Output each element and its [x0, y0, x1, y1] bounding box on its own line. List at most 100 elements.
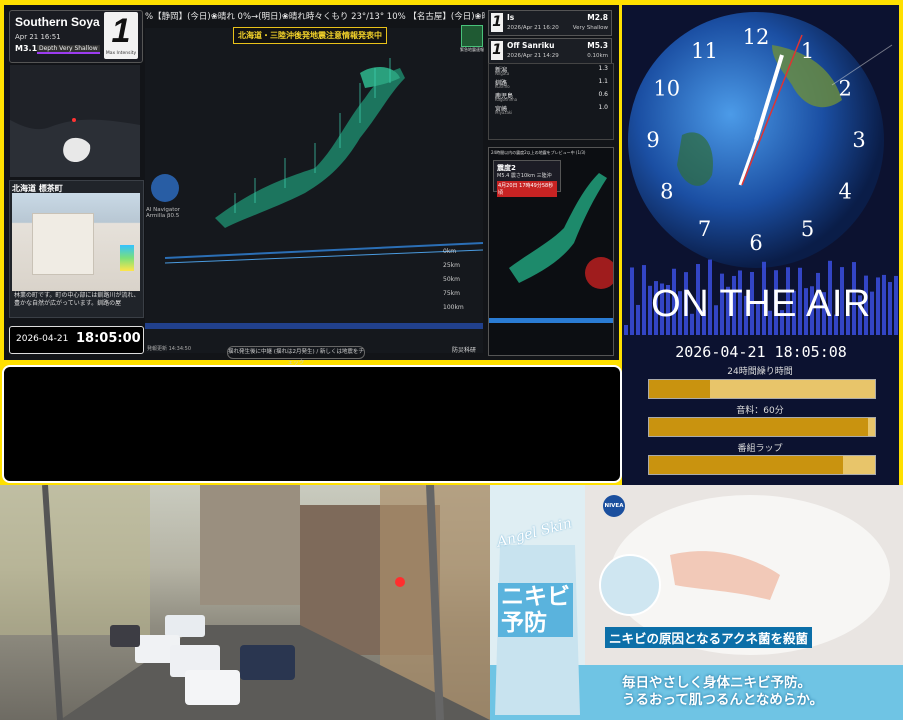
progress-label: 24時間繰り時間 — [727, 367, 793, 377]
magnitude-value: M3.1 — [15, 44, 38, 53]
station-value: 1.0 — [598, 104, 608, 111]
station-romaji: Kushiro — [495, 84, 510, 89]
scale-tick: 50km — [443, 276, 460, 283]
clock-numeral: 1 — [801, 39, 814, 63]
on-air-panel: 12 1 2 3 4 5 6 7 8 9 10 11 ON THE AIR 2026-04-21 18… — [622, 5, 899, 485]
recent-quake-preview[interactable]: 24時間以内の震度2以上の地震をプレビュー中 (1/3) 震度2 M5.4 震さ… — [488, 147, 614, 356]
preview-header: 24時間以内の震度2以上の地震をプレビュー中 (1/3) — [491, 150, 586, 155]
ad-headline: ニキビの原因となるアクネ菌を殺菌 — [605, 627, 813, 648]
progress-fill — [649, 380, 711, 398]
eq-name: Off Sanriku — [507, 41, 555, 50]
station-row: 釧路 Kushiro 1.1 — [489, 77, 613, 90]
clock-numeral: 11 — [691, 39, 718, 63]
max-intensity-label: Max Intensity — [105, 51, 137, 56]
city-info-card: 北海道 標茶町 林業の町です。町の中心部には釧路川が流れ、豊かな自然が広がってい… — [9, 180, 144, 318]
car — [165, 615, 205, 637]
station-value: 1.1 — [598, 78, 608, 85]
depth-label: Depth Very Shallow — [37, 45, 100, 54]
clock-numeral: 4 — [839, 180, 852, 204]
ai-navigator-label: AI Navigator Armilla β0.5 — [146, 207, 181, 219]
datetime-display: 2026-04-21 18:05:00 — [9, 326, 144, 354]
scale-tick: 75km — [443, 290, 460, 297]
warning-banner: 北海道・三陸沖後発地震注意情報発表中 — [233, 27, 387, 44]
recent-earthquake-item[interactable]: 1 Is 2026/Apr 21 16:20 M2.8 Very Shallow — [488, 10, 612, 36]
car — [185, 670, 240, 705]
eq-name: Is — [507, 13, 515, 22]
clock-numeral: 5 — [801, 217, 814, 241]
depth-scale: 0km 25km 50km 75km 100km — [443, 248, 483, 318]
epicenter-minimap — [10, 65, 140, 177]
broadcast-datetime: 2026-04-21 18:05:08 — [675, 343, 847, 361]
preview-detail: M5.4 震さ10km 三陸沖 — [497, 173, 552, 179]
clock-numeral: 9 — [646, 128, 659, 152]
clock-time: 18:05:00 — [76, 331, 141, 346]
eq-depth: Very Shallow — [572, 25, 608, 31]
max-intensity-value: 1 — [111, 12, 131, 50]
station-readings: 新潟 Niigata 1.3 釧路 Kushiro 1.1 鹿児島 Kagoshima 0.… — [488, 63, 614, 140]
eew-logo-label: 緊急地震速報 — [460, 47, 484, 52]
station-value: 0.6 — [598, 91, 608, 98]
advertisement-panel[interactable]: Angel Skin NIVEA ニキビ 予防 ニキビの原因となるアクネ菌を殺菌… — [490, 485, 903, 720]
clock-numeral: 12 — [743, 25, 770, 49]
progress-bar — [648, 379, 876, 399]
car — [110, 625, 140, 647]
street-camera-feed — [0, 485, 490, 720]
eew-logo: 緊急地震速報 — [459, 25, 485, 61]
progress-label: 音料：60分 — [736, 406, 784, 416]
clock-numeral: 3 — [852, 128, 865, 152]
spectrum-bar — [624, 325, 628, 335]
eq-time: 2026/Apr 21 14:29 — [507, 53, 559, 59]
epicenter-time: Apr 21 16:51 — [15, 33, 61, 41]
clock-numeral: 2 — [839, 77, 852, 101]
scale-tick: 100km — [443, 304, 464, 311]
nied-label: 防災科研 — [452, 347, 477, 354]
progress-bar — [648, 417, 876, 437]
city-description: 林業の町です。町の中心部には釧路川が流れ、豊かな自然が広がっています。釧路の屋 — [14, 292, 140, 307]
clock-numeral: 7 — [698, 217, 711, 241]
eq-time: 2026/Apr 21 16:20 — [507, 25, 559, 31]
station-row: 鹿児島 Kagoshima 0.6 — [489, 90, 613, 103]
preview-card: 震度2 M5.4 震さ10km 三陸沖 4月20日 17時49分58秒頃 — [493, 160, 561, 197]
scale-tick: 0km — [443, 248, 457, 255]
intensity-badge: 1 — [491, 41, 503, 60]
eq-magnitude: M5.3 — [587, 41, 608, 50]
ad-tagline: 毎日やさしく身体ニキビ予防。 うるおって肌つるんとなめらか。 — [622, 675, 824, 708]
update-time: 発報更新 14:34:50 — [147, 346, 192, 352]
nivea-logo: NIVEA — [603, 495, 625, 517]
weather-ticker: %【静岡】(今日)❀晴れ 0%→(明日)❀晴れ時々くもり 23°/13° 10%… — [145, 12, 485, 22]
station-value: 1.3 — [598, 65, 608, 72]
progress-fill — [649, 456, 844, 474]
recent-earthquake-item[interactable]: 1 Off Sanriku 2026/Apr 21 14:29 M5.3 0.1… — [488, 38, 612, 64]
clock-date: 2026-04-21 — [16, 334, 69, 344]
intensity-badge: 1 — [491, 13, 503, 32]
station-romaji: Niigata — [495, 71, 510, 76]
eq-magnitude: M2.8 — [587, 13, 608, 22]
traffic-light-red — [395, 577, 405, 587]
ad-product-name: ニキビ 予防 — [498, 583, 573, 637]
world-clock: 121234567891011 — [628, 12, 893, 268]
recent-earthquake-list: 1 Is 2026/Apr 21 16:20 M2.8 Very Shallow… — [488, 10, 612, 66]
car — [240, 645, 295, 680]
street-scene — [0, 485, 490, 720]
clock-numeral: 10 — [653, 77, 680, 101]
station-romaji: Kagoshima — [495, 97, 518, 102]
japan-seismic-map — [145, 28, 483, 353]
intensity-legend — [120, 245, 134, 271]
max-intensity-box: 1 Max Intensity — [104, 12, 138, 59]
message-panel — [2, 365, 622, 483]
station-row: 新潟 Niigata 1.3 — [489, 64, 613, 77]
progress-bar — [648, 455, 876, 475]
station-row: 宮崎 Miyazaki 1.0 — [489, 103, 613, 116]
on-air-title: ON THE AIR — [651, 283, 871, 325]
spectrum-bar — [894, 275, 898, 335]
eq-depth: 0.10km — [587, 53, 608, 59]
city-photo — [12, 193, 140, 291]
epicenter-name: Southern Soya — [15, 15, 100, 29]
progress-label: 番組ラップ — [737, 444, 783, 454]
progress-fill — [649, 418, 869, 436]
clock-numeral: 8 — [660, 180, 673, 204]
scale-tick: 25km — [443, 262, 460, 269]
station-romaji: Miyazaki — [495, 110, 513, 115]
preview-time: 4月20日 17時49分58秒頃 — [497, 181, 557, 197]
check-earthquake-button[interactable]: 揺れ発生後に中継 (揺れは2月発生) / 新しくは地震をチェック — [227, 346, 365, 366]
